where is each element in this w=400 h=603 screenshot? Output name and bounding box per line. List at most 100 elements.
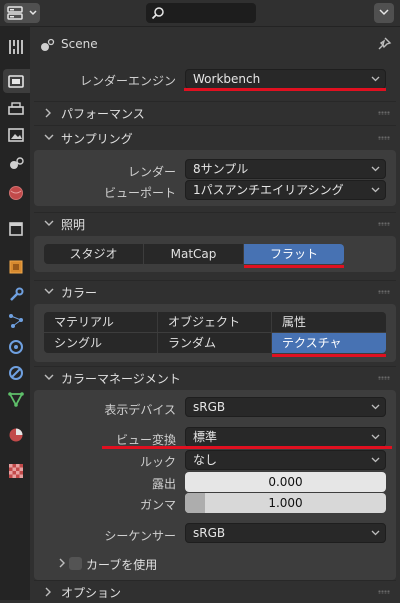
lighting-option-studio[interactable]: スタジオ (44, 244, 143, 264)
panel-title: オプション (61, 586, 122, 600)
wrench-icon (10, 287, 24, 301)
color-option-attribute[interactable]: 属性 (272, 312, 386, 332)
texture-checker-icon (9, 464, 23, 478)
mesh-data-icon (8, 392, 24, 407)
chevron-right-icon (45, 108, 51, 118)
chevron-down-icon (29, 10, 37, 16)
chevron-down-icon (371, 530, 380, 536)
chevron-down-icon (371, 434, 380, 440)
render-camera-icon (8, 75, 24, 88)
panel-header-color[interactable]: カラー (34, 281, 396, 303)
tab-constraints[interactable] (3, 361, 28, 385)
gamma-label: ガンマ (139, 498, 176, 512)
tab-render[interactable] (3, 69, 30, 93)
lighting-option-flat[interactable]: フラット (244, 244, 344, 264)
chevron-down-icon (371, 404, 380, 410)
drag-handle[interactable] (378, 290, 390, 294)
drag-handle[interactable] (378, 136, 390, 140)
chevron-down-icon (379, 9, 389, 16)
panel-title: サンプリング (61, 132, 133, 146)
exposure-value: 0.000 (268, 475, 303, 489)
view-transform-value: 標準 (193, 430, 218, 444)
color-option-random[interactable]: ランダム (158, 333, 272, 353)
object-icon (9, 260, 23, 274)
drag-handle[interactable] (378, 111, 390, 115)
render-engine-dropdown[interactable]: Workbench (185, 69, 386, 89)
context-header: Scene (30, 27, 400, 61)
exposure-label: 露出 (151, 477, 176, 491)
color-option-material[interactable]: マテリアル (44, 312, 158, 332)
sampling-render-dropdown[interactable]: 8サンプル (185, 159, 386, 179)
scene-icon (41, 38, 55, 51)
tab-object[interactable] (3, 255, 28, 279)
chevron-down-icon (371, 76, 380, 82)
display-device-dropdown[interactable]: sRGB (185, 397, 386, 417)
color-option-texture[interactable]: テクスチャ (272, 333, 386, 353)
panel-header-performance[interactable]: パフォーマンス (34, 102, 396, 124)
collection-icon (9, 222, 23, 236)
highlight-underline (184, 88, 386, 91)
chevron-down-icon (371, 187, 380, 193)
material-icon (9, 428, 23, 442)
highlight-underline (272, 354, 386, 357)
printer-icon (8, 102, 24, 115)
drag-handle[interactable] (378, 222, 390, 226)
gamma-slider[interactable]: 1.000 (185, 493, 386, 513)
tab-physics[interactable] (3, 335, 28, 359)
drag-handle[interactable] (378, 590, 390, 594)
scene-icon (10, 157, 24, 169)
options-dropdown-button[interactable] (374, 3, 394, 23)
color-option-object[interactable]: オブジェクト (158, 312, 272, 332)
image-icon (8, 128, 24, 142)
render-engine-value: Workbench (193, 72, 261, 86)
tab-particles[interactable] (3, 309, 28, 333)
view-transform-dropdown[interactable]: 標準 (185, 427, 386, 447)
sequencer-dropdown[interactable]: sRGB (185, 523, 386, 543)
panel-header-color-management[interactable]: カラーマネージメント (34, 367, 396, 389)
properties-tab-bar (0, 27, 30, 600)
use-curves-label: カーブを使用 (86, 558, 158, 572)
panel-title: カラーマネージメント (61, 372, 181, 386)
gamma-value: 1.000 (268, 496, 303, 510)
divider (34, 125, 396, 126)
chevron-down-icon (44, 288, 54, 294)
world-icon (9, 186, 23, 200)
tab-world[interactable] (3, 181, 28, 205)
sequencer-label: シーケンサー (104, 529, 176, 543)
tab-modifiers[interactable] (3, 283, 28, 307)
tab-scene[interactable] (3, 151, 28, 175)
display-device-label: 表示デバイス (104, 403, 176, 417)
exposure-slider[interactable]: 0.000 (185, 472, 386, 492)
panel-header-lighting[interactable]: 照明 (34, 213, 396, 235)
drag-handle[interactable] (378, 376, 390, 380)
tab-output[interactable] (3, 97, 28, 121)
tab-view-layer[interactable] (3, 123, 28, 147)
chevron-down-icon (371, 457, 380, 463)
tab-texture[interactable] (3, 459, 28, 483)
chevron-down-icon (44, 134, 54, 140)
color-option-single[interactable]: シングル (44, 333, 158, 353)
properties-editor-icon (7, 6, 23, 20)
properties-header (0, 0, 400, 27)
scene-name: Scene (61, 37, 98, 51)
tab-collection[interactable] (3, 217, 28, 241)
physics-icon (9, 340, 23, 354)
tab-material[interactable] (3, 423, 28, 447)
editor-type-button[interactable] (4, 3, 40, 23)
chevron-down-icon (44, 220, 54, 226)
lighting-option-matcap[interactable]: MatCap (144, 244, 243, 264)
highlight-underline (244, 265, 344, 268)
tab-data[interactable] (3, 387, 28, 411)
sampling-viewport-dropdown[interactable]: 1パスアンチエイリアシング (185, 180, 386, 200)
use-curves-checkbox[interactable] (69, 557, 82, 570)
chevron-down-icon (44, 374, 54, 380)
sampling-viewport-label: ビューポート (103, 186, 176, 200)
look-dropdown[interactable]: なし (185, 450, 386, 470)
tab-tool[interactable] (3, 35, 28, 59)
chevron-right-icon[interactable] (58, 558, 66, 568)
search-input[interactable] (146, 3, 256, 23)
panel-header-sampling[interactable]: サンプリング (34, 127, 396, 149)
tool-icon (9, 40, 23, 54)
panel-title: カラー (61, 286, 98, 300)
pin-icon[interactable] (376, 36, 392, 52)
